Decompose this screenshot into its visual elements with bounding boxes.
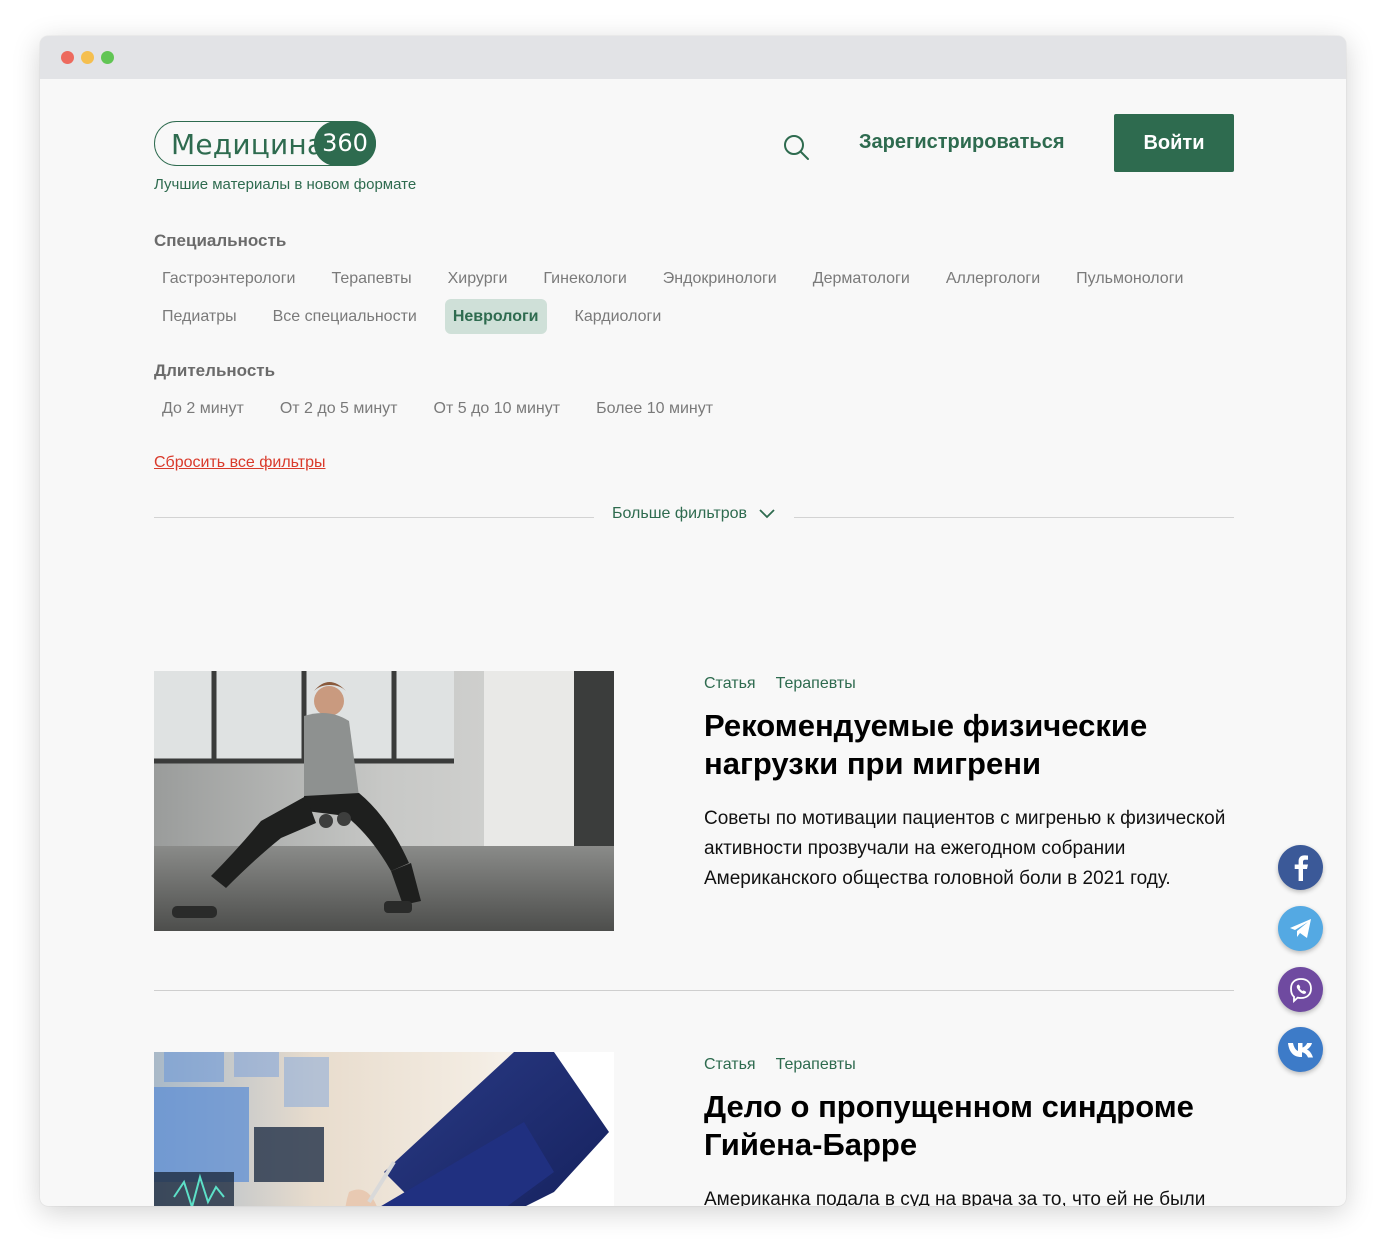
duration-chip[interactable]: До 2 минут [154, 391, 252, 426]
article-type-tag[interactable]: Статья [704, 675, 756, 693]
specialty-row-1: Гастроэнтерологи Терапевты Хирурги Гинек… [154, 261, 1191, 296]
search-icon[interactable] [782, 133, 812, 163]
specialty-chip[interactable]: Гинекологи [535, 261, 634, 296]
article-image[interactable] [154, 1052, 614, 1206]
site-tagline: Лучшие материалы в новом формате [154, 176, 417, 193]
article-divider [154, 990, 1234, 991]
logo-word: Медицина [171, 128, 325, 161]
maximize-window-button[interactable] [101, 51, 114, 64]
article-excerpt: Американка подала в суд на врача за то, … [704, 1189, 1206, 1206]
close-window-button[interactable] [61, 51, 74, 64]
facebook-icon[interactable] [1278, 845, 1323, 890]
vk-icon[interactable] [1278, 1027, 1323, 1072]
article-title[interactable]: Дело о пропущенном синдроме Гийена-Барре [704, 1088, 1244, 1164]
divider-right [794, 517, 1234, 518]
login-button[interactable]: Войти [1114, 114, 1234, 172]
article-meta: Статья Терапевты [704, 1056, 856, 1074]
logo-number: 360 [314, 121, 376, 166]
specialty-chip[interactable]: Эндокринологи [655, 261, 785, 296]
site-logo[interactable]: Медицина 360 [154, 121, 376, 166]
duration-chip[interactable]: Более 10 минут [588, 391, 721, 426]
telegram-icon[interactable] [1278, 906, 1323, 951]
article-meta: Статья Терапевты [704, 675, 856, 693]
window-titlebar [40, 36, 1346, 79]
duration-filter-title: Длительность [154, 361, 276, 380]
more-filters-label: Больше фильтров [612, 505, 748, 522]
specialty-chip-active[interactable]: Неврологи [444, 299, 547, 334]
more-filters-toggle[interactable]: Больше фильтров [612, 505, 775, 523]
article-specialty-tag[interactable]: Терапевты [776, 1056, 856, 1074]
duration-chip[interactable]: От 5 до 10 минут [426, 391, 569, 426]
specialty-chip[interactable]: Гастроэнтерологи [154, 261, 303, 296]
viber-icon[interactable] [1278, 967, 1323, 1012]
browser-window: Медицина 360 Лучшие материалы в новом фо… [40, 36, 1346, 1206]
article-specialty-tag[interactable]: Терапевты [776, 675, 856, 693]
divider-left [154, 517, 594, 518]
article-image[interactable] [154, 671, 614, 931]
specialty-chip[interactable]: Все специальности [265, 299, 425, 334]
page-content: Медицина 360 Лучшие материалы в новом фо… [40, 79, 1346, 1206]
specialty-chip[interactable]: Дерматологи [805, 261, 918, 296]
article-title[interactable]: Рекомендуемые физические нагрузки при ми… [704, 707, 1224, 783]
register-link[interactable]: Зарегистрироваться [859, 131, 1065, 154]
specialty-chip[interactable]: Педиатры [154, 299, 245, 334]
specialty-chip[interactable]: Кардиологи [567, 299, 670, 334]
specialty-row-2: Педиатры Все специальности Неврологи Кар… [154, 299, 669, 334]
specialty-chip[interactable]: Хирурги [440, 261, 516, 296]
reset-filters-link[interactable]: Сбросить все фильтры [154, 454, 325, 472]
duration-row: До 2 минут От 2 до 5 минут От 5 до 10 ми… [154, 391, 721, 426]
specialty-filter-title: Специальность [154, 231, 287, 250]
article-type-tag[interactable]: Статья [704, 1056, 756, 1074]
duration-chip[interactable]: От 2 до 5 минут [272, 391, 406, 426]
specialty-chip[interactable]: Аллергологи [938, 261, 1048, 296]
chevron-down-icon [759, 509, 775, 519]
minimize-window-button[interactable] [81, 51, 94, 64]
article-excerpt: Советы по мотивации пациентов с мигренью… [704, 808, 1226, 889]
specialty-chip[interactable]: Пульмонологи [1068, 261, 1191, 296]
specialty-chip[interactable]: Терапевты [323, 261, 419, 296]
